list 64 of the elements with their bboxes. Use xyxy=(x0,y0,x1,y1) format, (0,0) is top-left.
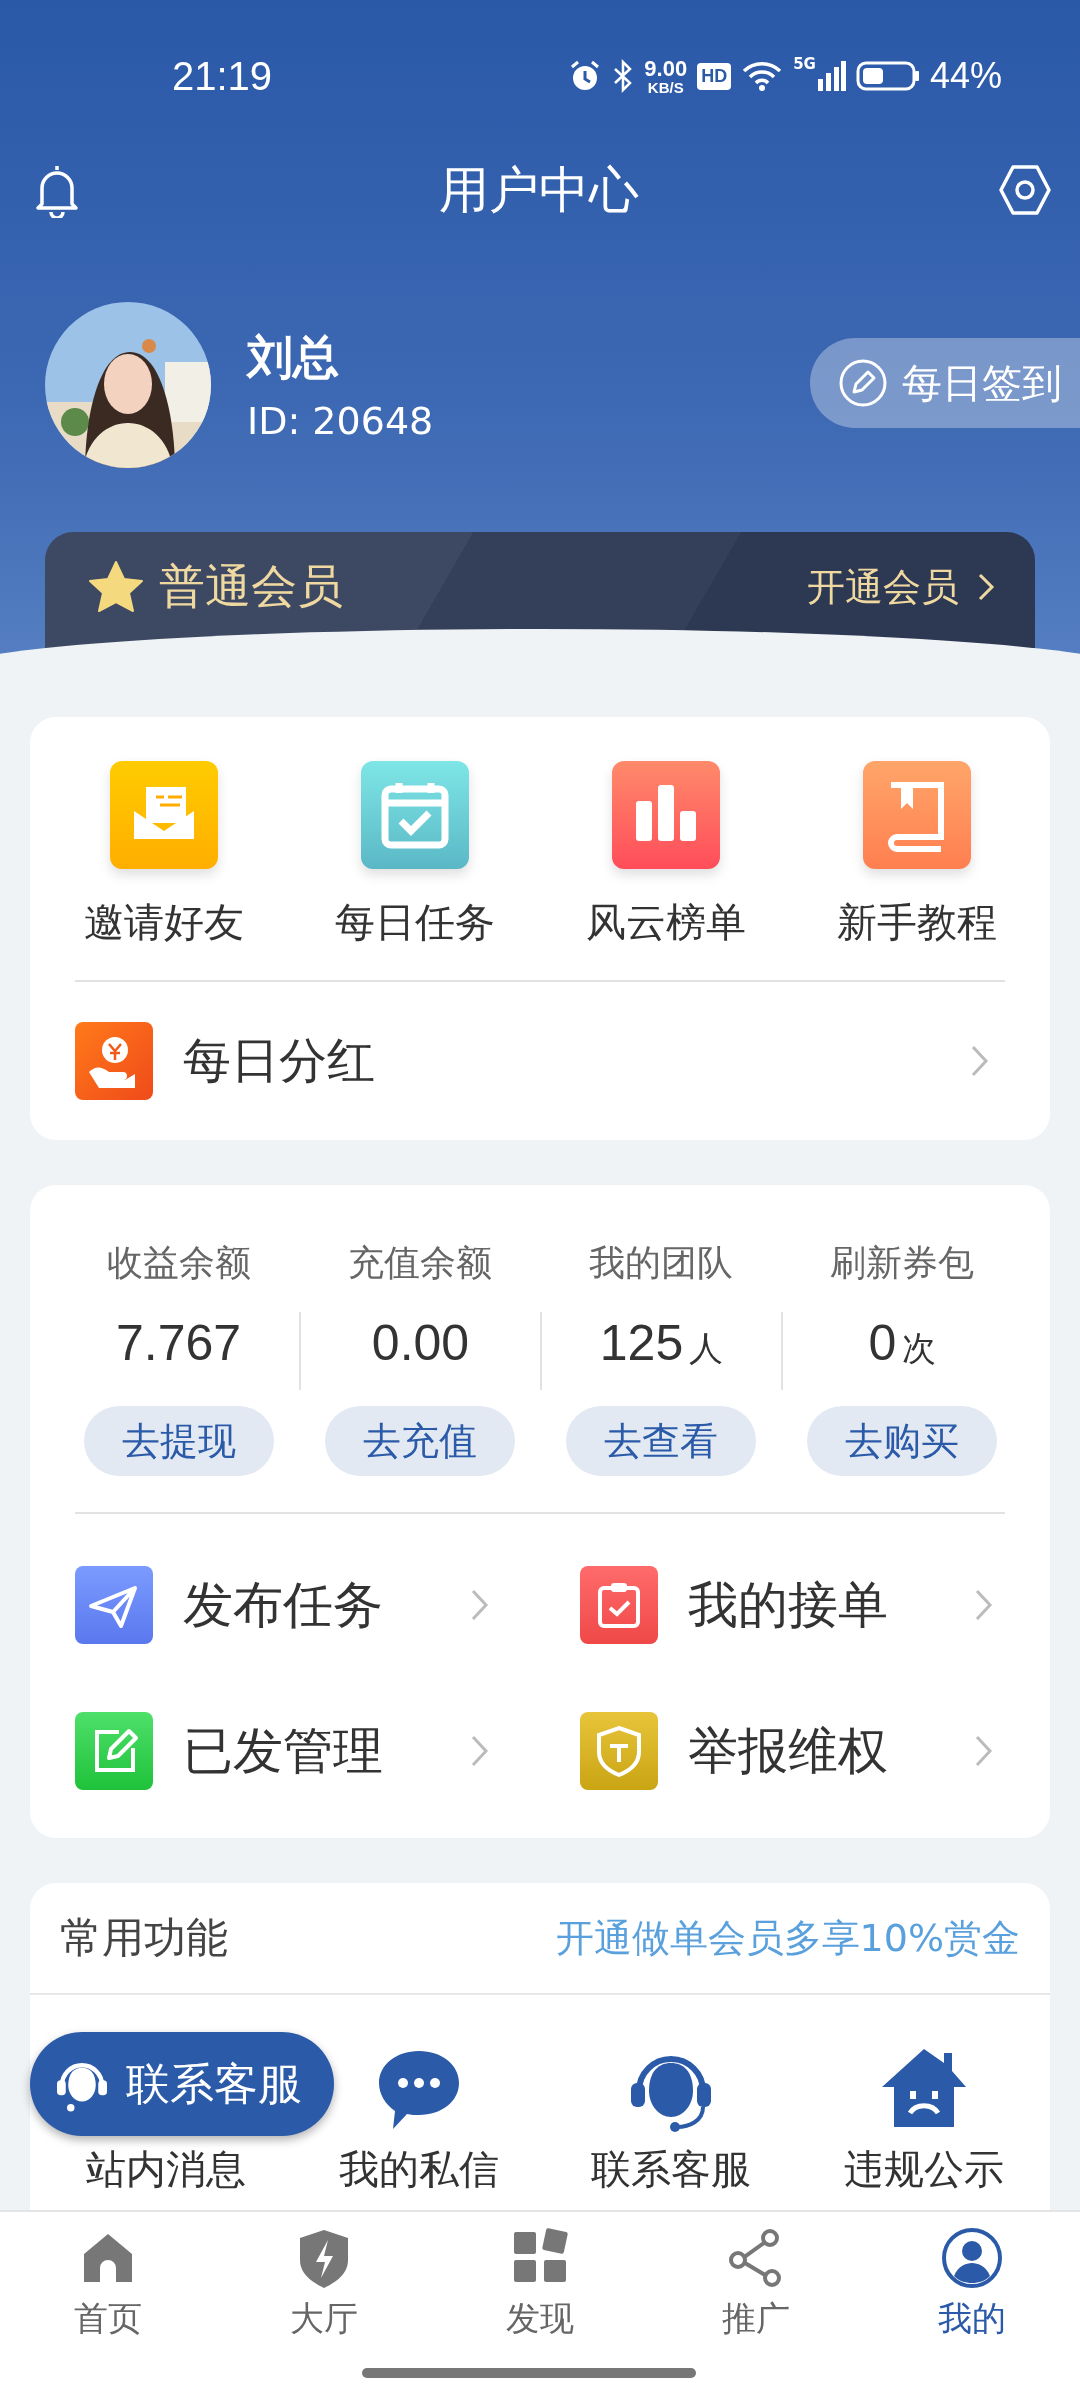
balance-value: 0 次 xyxy=(781,1312,1022,1390)
chevron-icon xyxy=(970,1044,990,1078)
upgrade-membership-link[interactable]: 开通会员 xyxy=(807,561,995,613)
contact-support-button[interactable]: 联系客服 xyxy=(30,2032,334,2136)
page-title: 用户中心 xyxy=(439,159,639,221)
balance-action-button[interactable]: 去购买 xyxy=(806,1406,997,1476)
wifi-icon xyxy=(741,59,784,93)
function-item[interactable]: 违规公示 xyxy=(843,2147,1004,2191)
battery-percent: 44% xyxy=(929,55,1002,97)
nav-tab[interactable]: 大厅 xyxy=(216,2226,432,2342)
balance-action-button[interactable]: 去查看 xyxy=(565,1406,756,1476)
user-name: 刘总 xyxy=(247,329,340,386)
network-speed: 9.00 KB/S xyxy=(644,57,688,95)
membership-label: 普通会员 xyxy=(159,558,343,615)
star-icon xyxy=(87,559,145,615)
chevron-icon xyxy=(974,1734,994,1768)
shield-icon xyxy=(579,1712,658,1790)
chevron-icon xyxy=(469,1734,490,1768)
nav-tab[interactable]: 首页 xyxy=(0,2226,216,2342)
function-item[interactable]: 站内消息 xyxy=(86,2147,247,2191)
daily-dividend-row[interactable]: 每日分红 xyxy=(30,982,1050,1140)
envelope-icon xyxy=(109,761,218,869)
battery-icon xyxy=(855,60,920,92)
signal-icon xyxy=(817,59,846,93)
nav-tab[interactable]: 推广 xyxy=(648,2226,864,2342)
shortcut-item[interactable]: 风云榜单 xyxy=(540,761,791,950)
balance-action-button[interactable]: 去充值 xyxy=(324,1406,515,1476)
pencil-icon xyxy=(838,358,888,408)
menu-link[interactable]: 已发管理 xyxy=(75,1712,490,1790)
balance-label: 收益余额 xyxy=(106,1241,251,1285)
chevron-icon xyxy=(977,572,995,602)
nav-tab[interactable]: 发现 xyxy=(432,2226,648,2342)
balance-label: 充值余额 xyxy=(347,1241,492,1285)
bar-chart-icon xyxy=(611,761,720,869)
balance-action-button[interactable]: 去提现 xyxy=(83,1406,274,1476)
edit-icon xyxy=(75,1712,153,1790)
user-id: ID: 20648 xyxy=(247,399,434,443)
network-type: 5G xyxy=(793,55,816,73)
balance-value: 0.00 xyxy=(299,1312,540,1390)
clipboard-check-icon xyxy=(579,1566,658,1644)
section-title: 常用功能 xyxy=(60,1912,228,1964)
calendar-check-icon xyxy=(360,761,469,869)
status-time: 21:19 xyxy=(172,53,273,99)
balance-value: 125 人 xyxy=(540,1312,781,1390)
menu-link[interactable]: 举报维权 xyxy=(579,1712,994,1790)
nav-tab[interactable]: 我的 xyxy=(864,2226,1080,2342)
paper-plane-icon xyxy=(75,1566,153,1644)
coin-hand-icon xyxy=(75,1022,153,1100)
function-item[interactable]: 我的私信 xyxy=(338,2147,499,2191)
settings-icon[interactable] xyxy=(998,163,1052,217)
chevron-icon xyxy=(469,1588,490,1622)
user-icon xyxy=(940,2226,1004,2290)
balance-value: 7.767 xyxy=(114,1314,243,1373)
menu-link[interactable]: 我的接单 xyxy=(579,1566,994,1644)
balance-label: 我的团队 xyxy=(588,1241,733,1285)
chevron-icon xyxy=(974,1588,994,1622)
book-icon xyxy=(862,761,971,869)
hd-badge: HD xyxy=(697,62,732,90)
menu-link[interactable]: 发布任务 xyxy=(75,1566,490,1644)
balance-label: 刷新券包 xyxy=(829,1241,974,1285)
function-item[interactable]: 联系客服 xyxy=(591,2147,752,2191)
shortcut-item[interactable]: 每日任务 xyxy=(289,761,540,950)
shortcut-item[interactable]: 新手教程 xyxy=(791,761,1042,950)
shortcut-item[interactable]: 邀请好友 xyxy=(38,761,289,950)
